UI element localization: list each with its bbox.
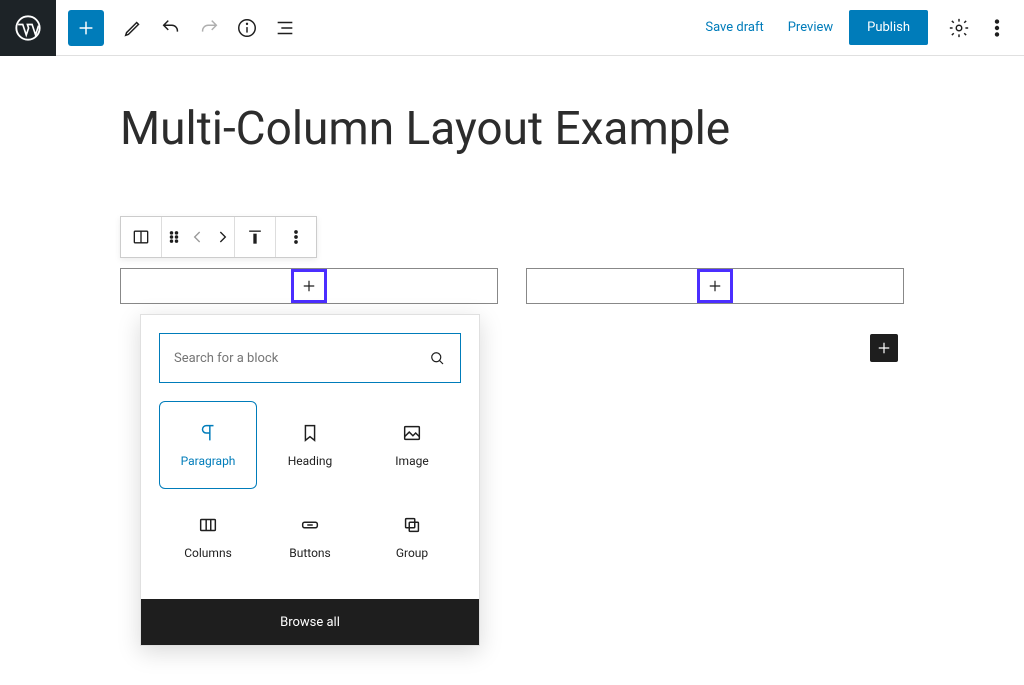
block-toolbar xyxy=(120,216,317,258)
columns-block-icon xyxy=(131,227,151,247)
browse-all-button[interactable]: Browse all xyxy=(141,599,479,645)
block-inserter-toggle[interactable] xyxy=(68,10,104,46)
block-tile-label: Group xyxy=(396,546,428,560)
column-2[interactable] xyxy=(526,268,904,304)
column-1[interactable] xyxy=(120,268,498,304)
info-icon xyxy=(236,17,258,39)
preview-button[interactable]: Preview xyxy=(776,12,845,43)
block-inserter-popover: Paragraph Heading Image Columns Buttons xyxy=(140,314,480,646)
undo-icon xyxy=(160,17,182,39)
editor-canvas: Multi-Column Layout Example xyxy=(0,56,1024,155)
block-tile-group[interactable]: Group xyxy=(363,493,461,581)
block-tile-label: Image xyxy=(395,454,428,468)
block-tile-heading[interactable]: Heading xyxy=(261,401,359,489)
move-left-button[interactable] xyxy=(186,217,210,257)
group-icon xyxy=(401,514,423,536)
paragraph-icon xyxy=(197,422,219,444)
tools-button[interactable] xyxy=(114,9,152,47)
block-tile-label: Buttons xyxy=(289,546,331,560)
details-button[interactable] xyxy=(228,9,266,47)
block-tile-paragraph[interactable]: Paragraph xyxy=(159,401,257,489)
gear-icon xyxy=(948,17,970,39)
post-title[interactable]: Multi-Column Layout Example xyxy=(0,104,1024,155)
kebab-icon xyxy=(286,227,306,247)
editor-top-toolbar: Save draft Preview Publish xyxy=(0,0,1024,56)
block-search[interactable] xyxy=(159,333,461,383)
block-search-input[interactable] xyxy=(174,351,428,366)
plus-icon xyxy=(875,339,893,357)
search-icon xyxy=(428,349,446,367)
plus-icon xyxy=(300,277,318,295)
column-1-add-block[interactable] xyxy=(291,269,327,303)
plus-icon xyxy=(75,17,97,39)
block-tile-columns[interactable]: Columns xyxy=(159,493,257,581)
image-icon xyxy=(401,422,423,444)
block-tile-image[interactable]: Image xyxy=(363,401,461,489)
append-block-button[interactable] xyxy=(870,334,898,362)
move-right-button[interactable] xyxy=(210,217,234,257)
options-button[interactable] xyxy=(978,9,1016,47)
column-2-add-block[interactable] xyxy=(697,269,733,303)
columns-block xyxy=(120,268,904,304)
columns-icon xyxy=(197,514,219,536)
block-grid: Paragraph Heading Image Columns Buttons xyxy=(159,401,461,595)
save-draft-button[interactable]: Save draft xyxy=(693,12,775,43)
settings-button[interactable] xyxy=(940,9,978,47)
redo-icon xyxy=(198,17,220,39)
chevron-left-icon xyxy=(188,227,208,247)
block-tile-buttons[interactable]: Buttons xyxy=(261,493,359,581)
button-icon xyxy=(299,514,321,536)
plus-icon xyxy=(706,277,724,295)
publish-button[interactable]: Publish xyxy=(849,10,928,45)
pencil-icon xyxy=(122,17,144,39)
wordpress-logo-button[interactable] xyxy=(0,0,56,56)
block-type-button[interactable] xyxy=(121,217,161,257)
align-button[interactable] xyxy=(235,217,275,257)
block-tile-label: Paragraph xyxy=(181,454,236,468)
block-tile-label: Heading xyxy=(288,454,333,468)
bookmark-icon xyxy=(299,422,321,444)
kebab-icon xyxy=(986,17,1008,39)
block-more-options[interactable] xyxy=(276,217,316,257)
align-icon xyxy=(245,227,265,247)
chevron-right-icon xyxy=(212,227,232,247)
drag-icon xyxy=(164,227,184,247)
block-tile-label: Columns xyxy=(184,546,232,560)
undo-button[interactable] xyxy=(152,9,190,47)
toolbar-left xyxy=(56,9,304,47)
toolbar-right: Save draft Preview Publish xyxy=(693,9,1024,47)
redo-button[interactable] xyxy=(190,9,228,47)
wordpress-icon xyxy=(14,14,42,42)
list-view-icon xyxy=(274,17,296,39)
list-view-button[interactable] xyxy=(266,9,304,47)
drag-handle[interactable] xyxy=(162,217,186,257)
